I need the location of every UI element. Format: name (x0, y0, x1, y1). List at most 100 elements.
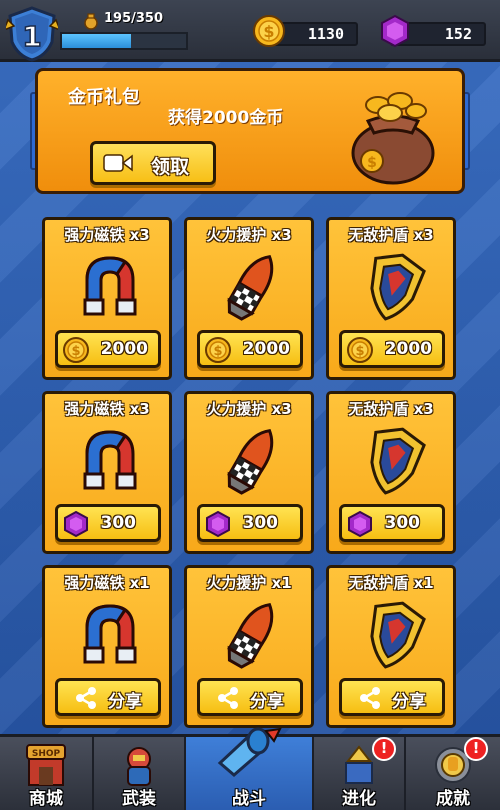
rocket-icon (215, 250, 289, 324)
level-number: 1 (22, 20, 41, 53)
card-title: 火力援护 x3 (187, 224, 311, 245)
price-label: 分享 (392, 692, 426, 712)
nav-battle[interactable]: 战斗 (186, 727, 314, 810)
shield-icon (357, 598, 431, 672)
share-button[interactable]: 分享 (55, 678, 161, 716)
shop-card: 强力磁铁 x3 300 (42, 391, 172, 554)
card-qty: x3 (413, 400, 434, 418)
xp-text: 195/350 (104, 11, 164, 26)
shield-icon (357, 250, 431, 324)
level-shield-icon: 1 (6, 6, 58, 62)
card-item-name: 无敌护盾 (348, 400, 409, 418)
card-qty: x1 (413, 574, 434, 592)
card-item-name: 强力磁铁 (64, 574, 125, 592)
svg-text:$: $ (71, 344, 80, 359)
nav-armor-label: 武装 (122, 789, 156, 809)
price-label: 2000 (384, 339, 432, 359)
price-label: 2000 (100, 339, 148, 359)
rocket-icon (215, 424, 289, 498)
nav-achievement[interactable]: ! 成就 (406, 737, 500, 810)
nav-evolve[interactable]: ! 进化 (314, 737, 406, 810)
xp-bag-icon (84, 13, 98, 30)
coin-icon: $ (204, 336, 232, 364)
price-label: 300 (242, 513, 279, 533)
shop-card: 火力援护 x1 分享 (184, 565, 314, 728)
card-item-name: 火力援护 (206, 226, 267, 244)
nav-armor[interactable]: 武装 (94, 737, 186, 810)
magnet-icon (73, 598, 147, 672)
svg-text:$: $ (213, 344, 222, 359)
xp-progress-bar (60, 32, 188, 50)
shop-sign-text: SHOP (32, 749, 61, 759)
card-qty: x1 (129, 574, 150, 592)
price-label: 300 (384, 513, 421, 533)
share-icon (214, 684, 242, 712)
gem-icon (62, 510, 90, 538)
gem-icon (204, 510, 232, 538)
xp-progress-fill (62, 34, 132, 48)
claim-label: 领取 (151, 156, 190, 178)
bottom-nav: SHOP 商城 武装 战斗 ! 进化 ! 成就 (0, 727, 500, 810)
nav-achievement-label: 成就 (436, 789, 470, 809)
card-item-name: 强力磁铁 (64, 226, 125, 244)
evolve-alert-badge: ! (372, 737, 396, 761)
card-title: 火力援护 x1 (187, 572, 311, 593)
claim-button[interactable]: 领取 (90, 141, 216, 185)
coin-count: 1130 (307, 25, 344, 43)
shop-card: 火力援护 x3 300 (184, 391, 314, 554)
gem-icon (346, 510, 374, 538)
card-qty: x3 (413, 226, 434, 244)
card-title: 火力援护 x3 (187, 398, 311, 419)
price-label: 2000 (242, 339, 290, 359)
banner-title: 金币礼包 (68, 87, 140, 108)
shop-card: 强力磁铁 x1 分享 (42, 565, 172, 728)
buy-button[interactable]: $2000 (197, 330, 303, 368)
top-bar: 1 195/350 1130 $ 152 (0, 0, 500, 62)
gold-pack-banner: 金币礼包 获得2000金币 领取 $ (35, 68, 465, 194)
nav-shop[interactable]: SHOP 商城 (0, 737, 94, 810)
coin-icon: $ (62, 336, 90, 364)
buy-button[interactable]: $2000 (339, 330, 445, 368)
coin-icon: $ (346, 336, 374, 364)
banner-subtitle: 获得2000金币 (168, 108, 284, 128)
shop-card: 强力磁铁 x3 $2000 (42, 217, 172, 380)
card-title: 强力磁铁 x1 (45, 572, 169, 593)
coin-icon: $ (253, 15, 285, 47)
card-qty: x3 (129, 226, 150, 244)
card-title: 无敌护盾 x3 (329, 398, 453, 419)
card-qty: x3 (271, 226, 292, 244)
buy-button[interactable]: $2000 (55, 330, 161, 368)
battle-icon (217, 727, 282, 777)
price-label: 300 (100, 513, 137, 533)
buy-button[interactable]: 300 (197, 504, 303, 542)
shop-icon: SHOP (26, 744, 66, 786)
price-label: 分享 (108, 692, 142, 712)
magnet-icon (73, 424, 147, 498)
buy-button[interactable]: 300 (55, 504, 161, 542)
card-item-name: 火力援护 (206, 574, 267, 592)
card-qty: x3 (129, 400, 150, 418)
shop-card: 无敌护盾 x3 300 (326, 391, 456, 554)
share-button[interactable]: 分享 (339, 678, 445, 716)
card-title: 无敌护盾 x3 (329, 224, 453, 245)
card-item-name: 无敌护盾 (348, 226, 409, 244)
share-button[interactable]: 分享 (197, 678, 303, 716)
shop-card: 无敌护盾 x3 $2000 (326, 217, 456, 380)
svg-text:$: $ (355, 344, 364, 359)
svg-text:$: $ (367, 155, 377, 171)
card-title: 强力磁铁 x3 (45, 224, 169, 245)
shop-card: 无敌护盾 x1 分享 (326, 565, 456, 728)
price-label: 分享 (250, 692, 284, 712)
card-qty: x1 (271, 574, 292, 592)
card-qty: x3 (271, 400, 292, 418)
nav-shop-label: 商城 (29, 789, 63, 809)
share-icon (72, 684, 100, 712)
video-icon (103, 154, 133, 172)
svg-text:$: $ (263, 22, 274, 41)
armor-icon (127, 747, 151, 786)
shop-card: 火力援护 x3 $2000 (184, 217, 314, 380)
card-item-name: 无敌护盾 (348, 574, 409, 592)
gem-count: 152 (444, 25, 472, 43)
buy-button[interactable]: 300 (339, 504, 445, 542)
nav-evolve-label: 进化 (342, 789, 376, 809)
